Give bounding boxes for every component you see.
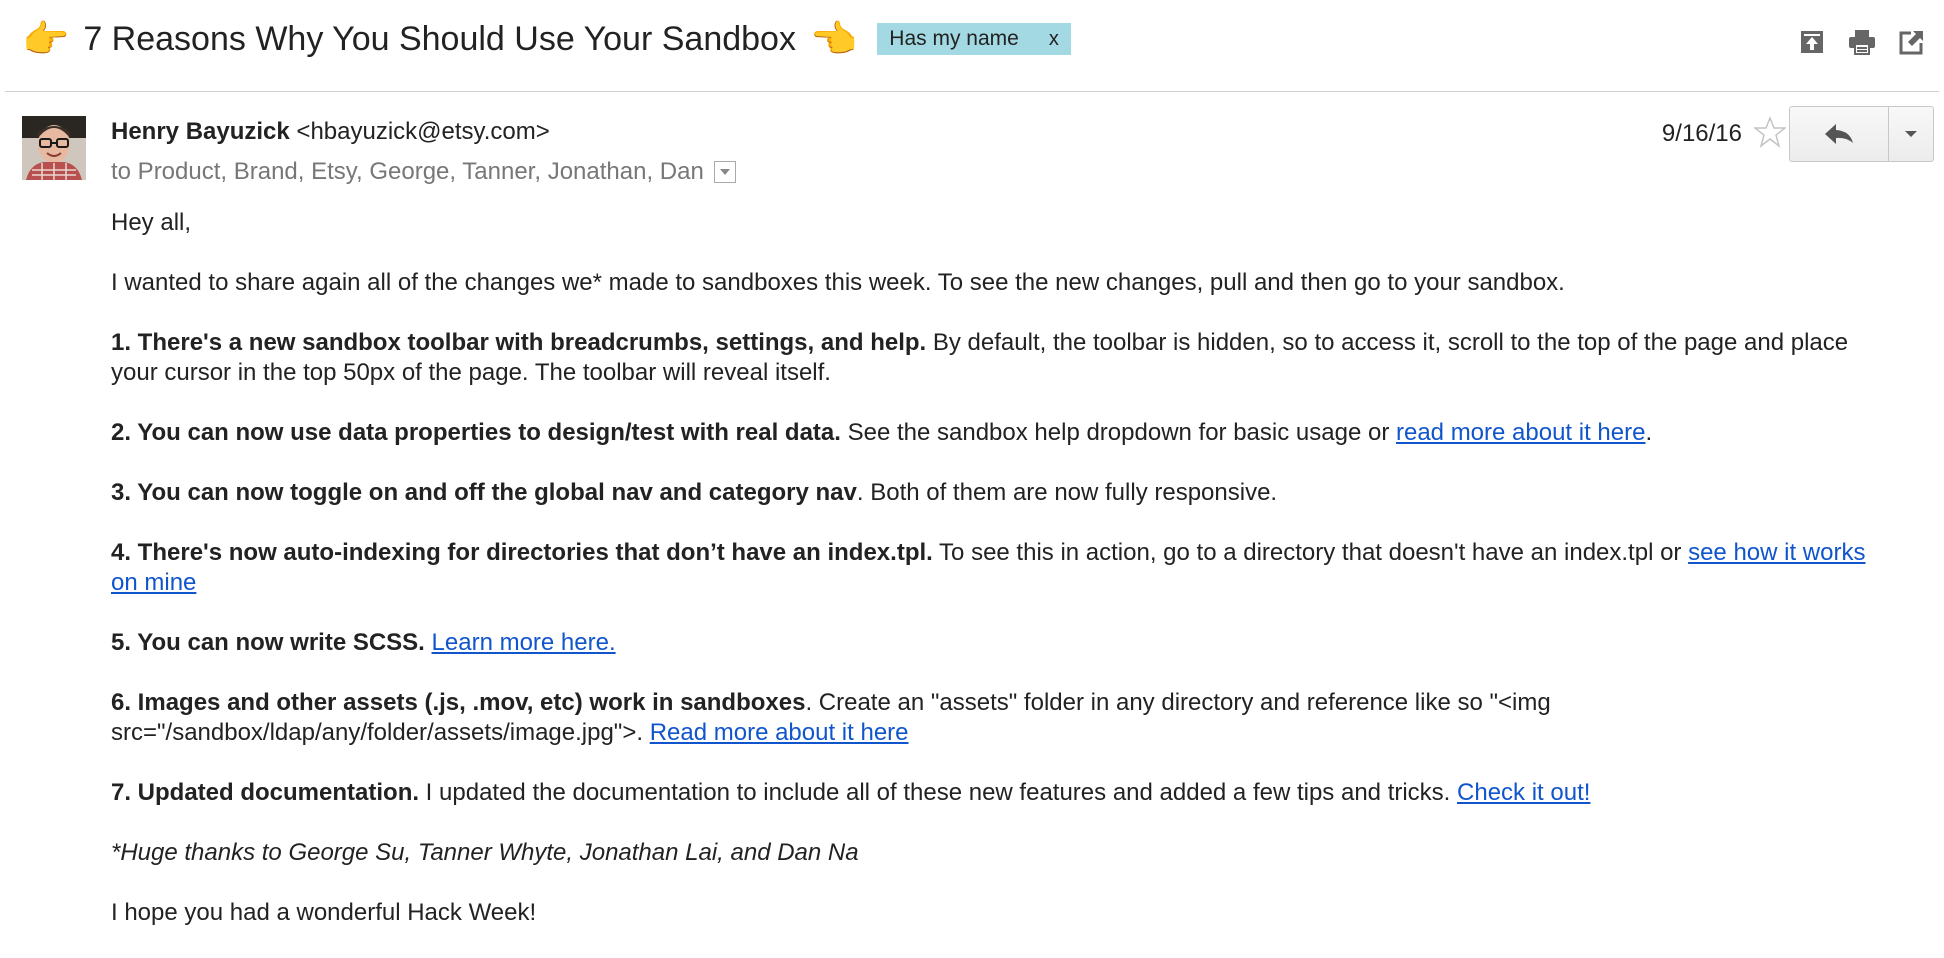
- reason-1: 1. There's a new sandbox toolbar with br…: [111, 328, 1891, 388]
- thanks-paragraph: *Huge thanks to George Su, Tanner Whyte,…: [111, 838, 1891, 868]
- print-icon[interactable]: [1846, 26, 1878, 58]
- star-icon: [1754, 116, 1786, 148]
- reply-button-group: [1789, 106, 1934, 162]
- reason-7: 7. Updated documentation. I updated the …: [111, 778, 1891, 808]
- thanks-text: *Huge thanks to George Su, Tanner Whyte,…: [111, 839, 859, 866]
- reason-1-heading: 1. There's a new sandbox toolbar with br…: [111, 329, 927, 356]
- sender-name[interactable]: Henry Bayuzick: [111, 118, 290, 145]
- pointing-left-emoji-icon: 👈: [809, 17, 858, 61]
- read-more-link[interactable]: read more about it here: [1396, 419, 1645, 446]
- recipients-line: to Product, Brand, Etsy, George, Tanner,…: [111, 154, 736, 190]
- reason-4-text: To see this in action, go to a directory…: [932, 539, 1689, 566]
- subject-header: 👉 7 Reasons Why You Should Use Your Sand…: [0, 0, 1944, 92]
- reason-4-heading: 4. There's now auto-indexing for directo…: [111, 539, 933, 566]
- subject-title: 7 Reasons Why You Should Use Your Sandbo…: [83, 20, 796, 58]
- recipients-text: to Product, Brand, Etsy, George, Tanner,…: [111, 158, 704, 185]
- greeting: Hey all,: [111, 209, 192, 236]
- reason-6: 6. Images and other assets (.js, .mov, e…: [111, 688, 1891, 748]
- message-date: 9/16/16: [1661, 120, 1742, 147]
- subject-row: 👉 7 Reasons Why You Should Use Your Sand…: [22, 16, 1071, 62]
- reply-button[interactable]: [1790, 107, 1889, 161]
- intro-paragraph: I wanted to share again all of the chang…: [111, 269, 1565, 296]
- closing: I hope you had a wonderful Hack Week!: [111, 899, 537, 926]
- avatar[interactable]: [22, 116, 86, 180]
- header-actions: [1796, 26, 1928, 58]
- show-details-button[interactable]: [713, 161, 736, 183]
- reason-3-heading: 3. You can now toggle on and off the glo…: [111, 479, 857, 506]
- new-window-icon[interactable]: [1896, 26, 1928, 58]
- reason-4: 4. There's now auto-indexing for directo…: [111, 538, 1891, 598]
- chevron-down-icon: [719, 169, 730, 175]
- check-it-out-link[interactable]: Check it out!: [1457, 779, 1590, 806]
- reason-5: 5. You can now write SCSS. Learn more he…: [111, 628, 1891, 658]
- sender-email: <hbayuzick@etsy.com>: [296, 118, 550, 145]
- chevron-down-icon: [1905, 131, 1917, 137]
- reason-2-end: .: [1645, 419, 1653, 446]
- header-divider: [5, 91, 1939, 92]
- star-button[interactable]: [1752, 114, 1788, 150]
- message-body: Hey all, I wanted to share again all of …: [111, 208, 1891, 958]
- reason-6-heading: 6. Images and other assets (.js, .mov, e…: [111, 689, 806, 716]
- read-more-assets-link[interactable]: Read more about it here: [650, 719, 909, 746]
- reason-2: 2. You can now use data properties to de…: [111, 418, 1891, 448]
- reply-arrow-icon: [1825, 124, 1853, 144]
- pointing-right-emoji-icon: 👉: [22, 17, 70, 61]
- reason-2-heading: 2. You can now use data properties to de…: [111, 419, 841, 446]
- reason-2-text: See the sandbox help dropdown for basic …: [840, 419, 1396, 446]
- move-to-inbox-icon[interactable]: [1796, 26, 1828, 58]
- reason-5-heading: 5. You can now write SCSS.: [111, 629, 425, 656]
- learn-more-link[interactable]: Learn more here.: [432, 629, 616, 656]
- reason-3: 3. You can now toggle on and off the glo…: [111, 478, 1891, 508]
- more-options-button[interactable]: [1889, 107, 1933, 161]
- label-chip[interactable]: Has my name x: [877, 23, 1071, 55]
- reason-3-text: . Both of them are now fully responsive.: [856, 479, 1278, 506]
- reason-7-text: I updated the documentation to include a…: [419, 779, 1458, 806]
- reason-7-heading: 7. Updated documentation.: [111, 779, 420, 806]
- label-chip-text: Has my name: [889, 27, 1019, 50]
- sender-line: Henry Bayuzick <hbayuzick@etsy.com>: [111, 114, 550, 150]
- label-remove-button[interactable]: x: [1049, 28, 1059, 51]
